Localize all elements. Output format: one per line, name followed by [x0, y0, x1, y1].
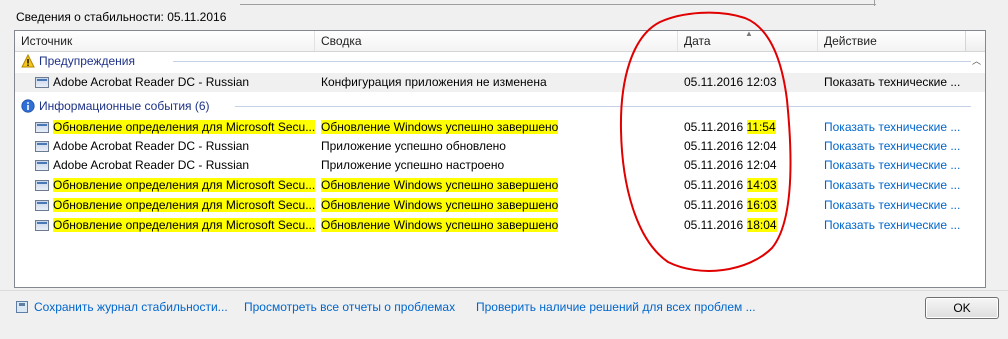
- row-summary: Приложение успешно обновлено: [321, 139, 506, 153]
- table-row[interactable]: Обновление определения для Microsoft Sec…: [15, 118, 985, 137]
- row-date: 05.11.2016 12:04: [684, 139, 777, 153]
- save-report-link[interactable]: Сохранить журнал стабильности...: [34, 298, 228, 316]
- events-list[interactable]: Источник Сводка Дата ▲ Действие Предупре…: [14, 30, 986, 288]
- table-row[interactable]: Обновление определения для Microsoft Sec…: [15, 196, 985, 215]
- group-header-warnings[interactable]: Предупреждения ︿: [15, 52, 985, 70]
- table-row[interactable]: Adobe Acrobat Reader DC - Russian Прилож…: [15, 156, 985, 175]
- group-divider: [173, 61, 971, 62]
- app-icon: [35, 220, 49, 231]
- warning-icon: [21, 54, 35, 68]
- app-icon: [35, 180, 49, 191]
- column-header-source[interactable]: Источник: [15, 31, 315, 51]
- row-source: Обновление определения для Microsoft Sec…: [53, 198, 316, 212]
- info-icon: [21, 99, 35, 113]
- row-summary: Обновление Windows успешно завершено: [321, 218, 559, 232]
- column-header-action[interactable]: Действие: [818, 31, 966, 51]
- row-action-link[interactable]: Показать технические ...: [824, 73, 974, 92]
- row-source: Обновление определения для Microsoft Sec…: [53, 218, 316, 232]
- row-date: 05.11.2016 12:03: [684, 75, 777, 89]
- row-date: 05.11.2016 18:04: [684, 218, 777, 232]
- row-action-link[interactable]: Показать технические ...: [824, 156, 974, 175]
- footer-divider: [0, 290, 1008, 291]
- group-header-info[interactable]: Информационные события (6): [15, 97, 985, 115]
- row-source: Adobe Acrobat Reader DC - Russian: [53, 158, 250, 172]
- app-icon: [35, 122, 49, 133]
- row-date: 05.11.2016 12:04: [684, 158, 777, 172]
- group-label-info: Информационные события (6): [39, 99, 210, 113]
- group-label-warnings: Предупреждения: [39, 54, 135, 68]
- top-divider: [240, 4, 876, 5]
- row-action-link[interactable]: Показать технические ...: [824, 196, 974, 215]
- window-title: Сведения о стабильности: 05.11.2016: [16, 10, 227, 24]
- row-summary: Конфигурация приложения не изменена: [321, 75, 547, 89]
- table-row[interactable]: Обновление определения для Microsoft Sec…: [15, 176, 985, 195]
- table-row[interactable]: Adobe Acrobat Reader DC - Russian Конфиг…: [15, 73, 985, 92]
- row-date: 05.11.2016 14:03: [684, 178, 777, 192]
- row-action-link[interactable]: Показать технические ...: [824, 176, 974, 195]
- app-icon: [35, 160, 49, 171]
- top-divider-tick: [874, 0, 875, 6]
- row-action-link[interactable]: Показать технические ...: [824, 216, 974, 235]
- row-summary: Обновление Windows успешно завершено: [321, 198, 559, 212]
- column-header-bar: Источник Сводка Дата ▲ Действие: [15, 31, 985, 52]
- app-icon: [35, 200, 49, 211]
- row-summary: Обновление Windows успешно завершено: [321, 120, 559, 134]
- row-action-link[interactable]: Показать технические ...: [824, 118, 974, 137]
- check-solutions-link[interactable]: Проверить наличие решений для всех пробл…: [476, 298, 756, 316]
- view-all-reports-link[interactable]: Просмотреть все отчеты о проблемах: [244, 298, 455, 316]
- row-source: Adobe Acrobat Reader DC - Russian: [53, 75, 250, 89]
- ok-button[interactable]: OK: [925, 297, 999, 319]
- row-source: Adobe Acrobat Reader DC - Russian: [53, 139, 250, 153]
- app-icon: [35, 141, 49, 152]
- collapse-chevron-icon[interactable]: ︿: [972, 52, 981, 70]
- row-action-link[interactable]: Показать технические ...: [824, 137, 974, 156]
- save-icon: [16, 301, 28, 313]
- row-date: 05.11.2016 16:03: [684, 198, 777, 212]
- scrollbar-header-corner: [965, 31, 985, 51]
- row-summary: Обновление Windows успешно завершено: [321, 178, 559, 192]
- row-source: Обновление определения для Microsoft Sec…: [53, 178, 316, 192]
- row-summary: Приложение успешно настроено: [321, 158, 505, 172]
- app-icon: [35, 77, 49, 88]
- row-source: Обновление определения для Microsoft Sec…: [53, 120, 316, 134]
- table-row[interactable]: Adobe Acrobat Reader DC - Russian Прилож…: [15, 137, 985, 156]
- table-row[interactable]: Обновление определения для Microsoft Sec…: [15, 216, 985, 235]
- group-divider: [235, 106, 971, 107]
- sort-ascending-icon: ▲: [745, 30, 753, 38]
- row-date: 05.11.2016 11:54: [684, 120, 776, 134]
- column-header-summary[interactable]: Сводка: [315, 31, 678, 51]
